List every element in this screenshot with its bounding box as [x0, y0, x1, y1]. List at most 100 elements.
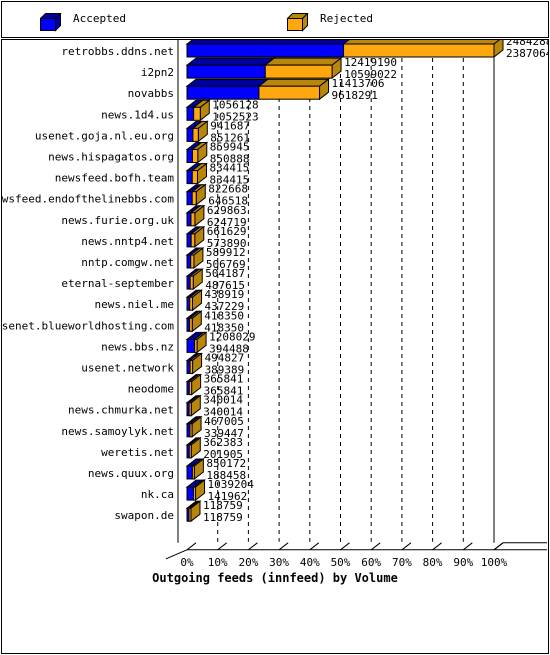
bar-row [185, 141, 209, 164]
rejected-bar-top [257, 78, 331, 87]
accepted-bar [186, 149, 193, 163]
bar-row [185, 78, 331, 101]
rejected-bar [194, 338, 198, 353]
svg-text:Outgoing feeds (innfeed) by Vo: Outgoing feeds (innfeed) by Volume [152, 571, 398, 585]
svg-text:9618291: 9618291 [332, 89, 378, 102]
accepted-bar-top [185, 78, 270, 87]
x-ticks: 0% 10% 20% 30% 40% 50% 60% 70% 80% 90% 100% [180, 542, 508, 569]
svg-text:100%: 100% [481, 556, 508, 569]
legend-label-accepted: Accepted [73, 12, 126, 25]
x-tick [462, 542, 473, 551]
cube-icon [39, 12, 62, 32]
bar-row [185, 500, 202, 523]
bar-row [185, 99, 211, 122]
accepted-bar [186, 106, 195, 121]
svg-text:news.nntp4.net: news.nntp4.net [81, 235, 174, 248]
accepted-bar [186, 233, 192, 248]
svg-text:swapon.de: swapon.de [114, 509, 174, 522]
rejected-swatch-cube-icon [286, 12, 309, 32]
x-tick [401, 542, 412, 551]
svg-text:retrobbs.ddns.net: retrobbs.ddns.net [61, 45, 174, 58]
x-tick [370, 542, 381, 551]
svg-text:weretis.net: weretis.net [101, 446, 174, 459]
rejected-bar [188, 381, 193, 396]
svg-text:30%: 30% [269, 556, 289, 569]
svg-text:news.furie.org.uk: news.furie.org.uk [61, 214, 174, 227]
svg-text:23870648: 23870648 [506, 47, 548, 60]
rejected-bar [258, 85, 321, 100]
accepted-bar-top [185, 57, 276, 66]
svg-text:70%: 70% [392, 556, 412, 569]
accepted-bar-top [185, 36, 355, 45]
svg-text:eternal-september: eternal-september [61, 277, 174, 290]
rejected-bar [189, 423, 193, 438]
svg-text:20%: 20% [238, 556, 258, 569]
rejected-bar [192, 127, 199, 142]
cube-icon [286, 12, 309, 32]
rejected-bar [188, 402, 192, 417]
x-tick [248, 542, 258, 551]
bar-row [185, 289, 203, 312]
bar-row [185, 246, 205, 270]
rejected-bar [190, 254, 195, 269]
svg-text:usenet.blueworldhosting.com: usenet.blueworldhosting.com [2, 319, 174, 332]
plot-area: retrobbs.ddns.net2484288423870648i2pn212… [0, 35, 550, 654]
accepted-swatch-cube-icon [39, 12, 62, 32]
bar-row [185, 35, 505, 59]
svg-text:novabbs: novabbs [128, 87, 174, 100]
svg-text:90%: 90% [453, 556, 473, 569]
accepted-bar [186, 85, 260, 100]
x-tick [186, 542, 197, 551]
svg-text:usenet.network: usenet.network [81, 362, 174, 375]
x-tick [493, 542, 504, 551]
accepted-bar [186, 338, 196, 353]
rejected-bar [343, 43, 495, 58]
x-tick [432, 542, 442, 551]
x-tick [278, 542, 289, 551]
legend: Accepted Rejected [1, 1, 549, 38]
rejected-bar [191, 149, 199, 163]
svg-text:news.samoylyk.net: news.samoylyk.net [61, 425, 174, 438]
svg-text:0%: 0% [180, 556, 194, 569]
bar-row [185, 183, 207, 206]
rejected-bar [188, 507, 192, 522]
rejected-bar [191, 191, 197, 206]
rejected-bar [189, 296, 194, 311]
svg-text:10%: 10% [208, 556, 228, 569]
rejected-bar [189, 360, 194, 374]
rejected-bar-top [263, 57, 343, 66]
rejected-bar [189, 275, 194, 290]
accepted-bar [186, 212, 192, 227]
accepted-bar [186, 170, 193, 185]
bar-row [185, 120, 209, 143]
rejected-bar [193, 106, 201, 121]
bar-row [185, 352, 204, 375]
svg-text:neodome: neodome [128, 383, 174, 396]
svg-text:news.chmurka.net: news.chmurka.net [68, 404, 174, 417]
bar-row [185, 162, 208, 185]
bar-row [185, 373, 203, 396]
x-tick [309, 542, 320, 551]
rejected-bar [193, 486, 197, 501]
svg-text:60%: 60% [361, 556, 381, 569]
svg-text:newsfeed.bofh.team: newsfeed.bofh.team [55, 172, 175, 185]
rejected-bar-side [493, 35, 504, 59]
bar-row [185, 204, 206, 227]
svg-text:news.niel.me: news.niel.me [95, 298, 174, 311]
svg-text:nk.ca: nk.ca [141, 488, 174, 501]
svg-text:news.bbs.nz: news.bbs.nz [101, 340, 174, 353]
svg-text:news.quux.org: news.quux.org [88, 467, 174, 480]
accepted-bar [186, 486, 195, 501]
svg-text:i2pn2: i2pn2 [141, 66, 174, 79]
bar-row [185, 268, 204, 291]
svg-text:50%: 50% [331, 556, 351, 569]
bar-row [185, 436, 202, 459]
accepted-bar [186, 127, 194, 142]
bar-chart: retrobbs.ddns.net2484288423870648i2pn212… [0, 35, 550, 585]
svg-text:news.hispagatos.org: news.hispagatos.org [48, 151, 174, 164]
bar-row [185, 310, 203, 333]
rejected-bar [264, 64, 333, 79]
svg-text:nntp.comgw.net: nntp.comgw.net [81, 256, 174, 269]
legend-label-rejected: Rejected [320, 12, 373, 25]
rejected-bar [190, 212, 196, 227]
